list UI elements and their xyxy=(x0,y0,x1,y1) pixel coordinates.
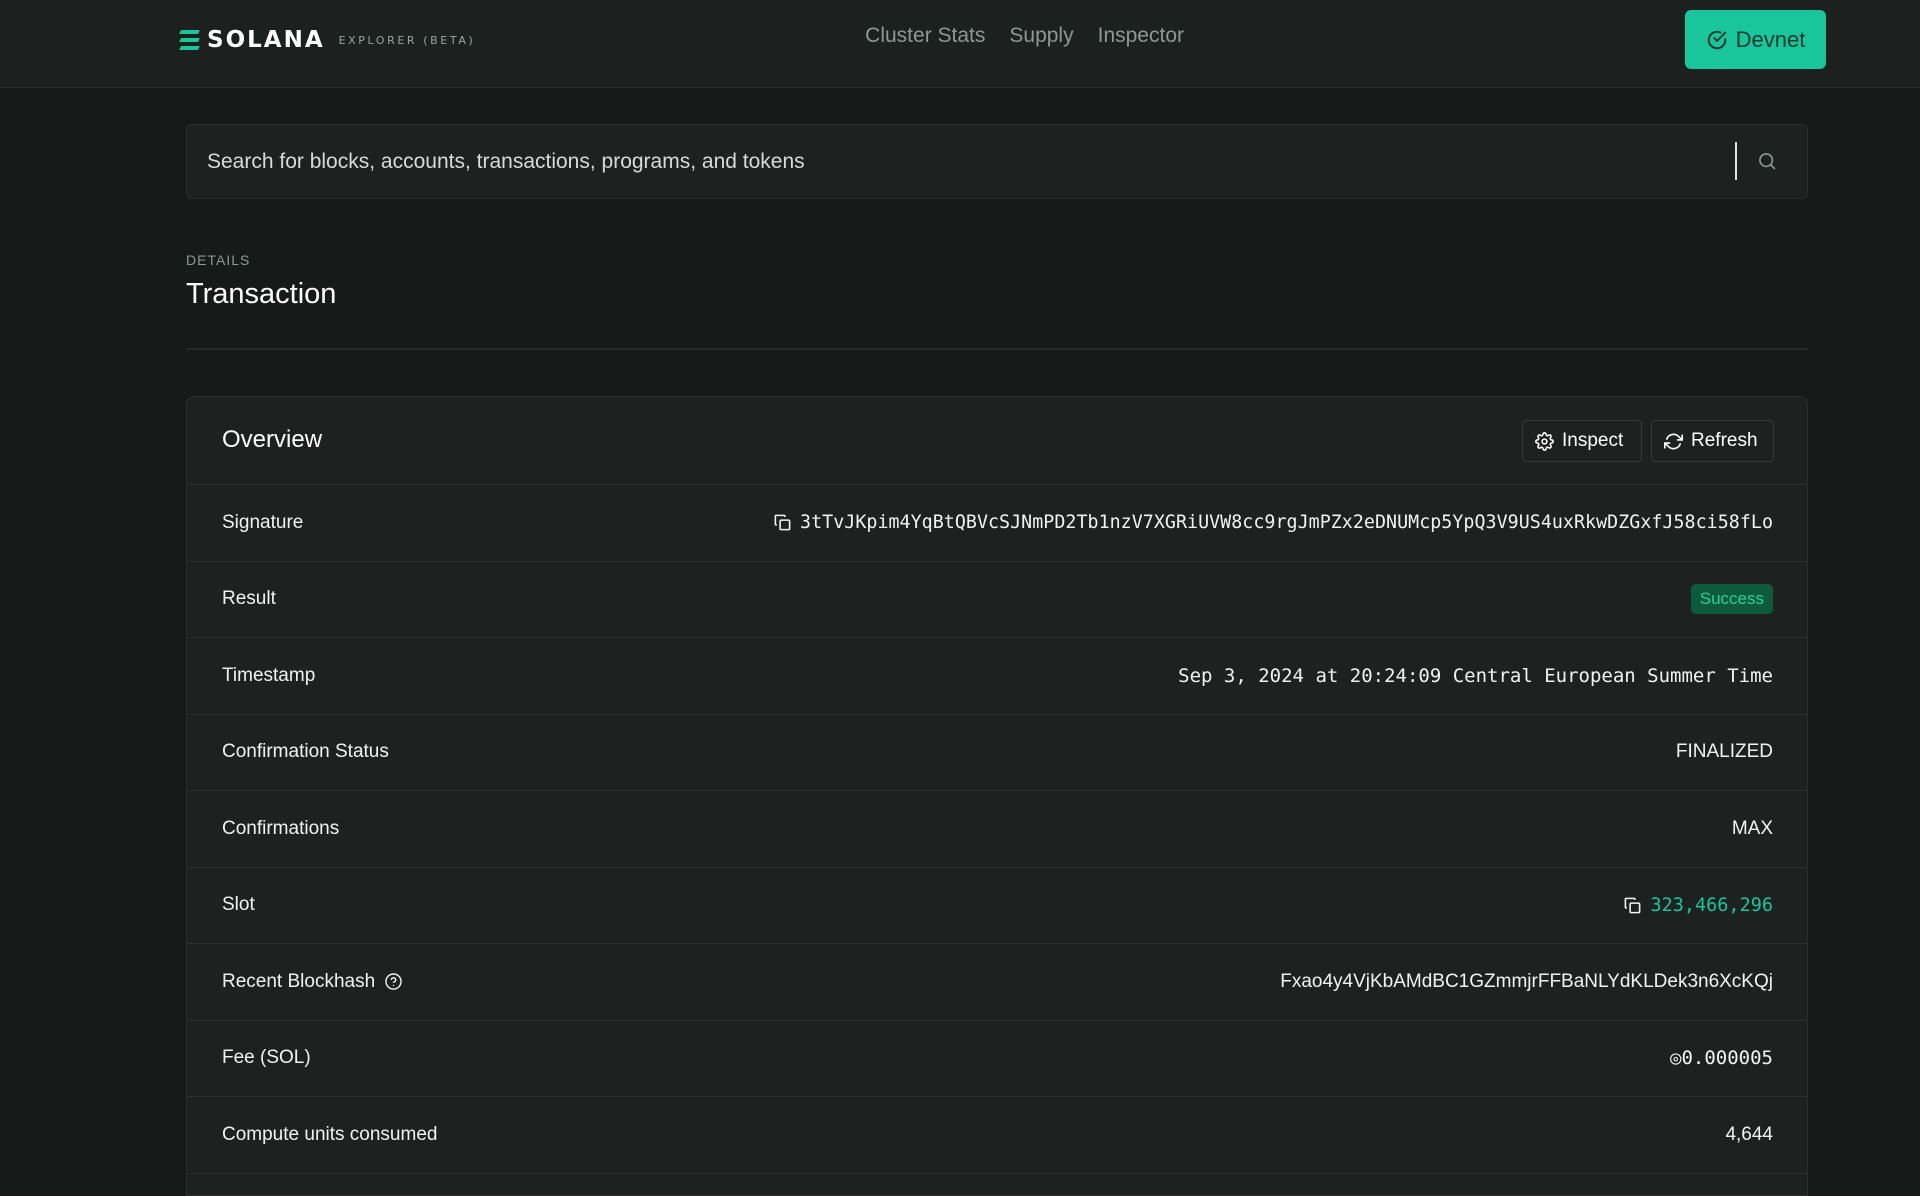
row-recent-blockhash: Recent Blockhash Fxao4y4VjKbAMdBC1GZmmjr… xyxy=(187,944,1807,1021)
overview-card: Overview Inspect Refresh Signature 3tTvJ… xyxy=(186,396,1808,1196)
refresh-icon xyxy=(1664,432,1683,451)
row-result: Result Success xyxy=(187,562,1807,638)
fee-value: ◎0.000005 xyxy=(1670,1047,1773,1070)
refresh-button[interactable]: Refresh xyxy=(1651,420,1774,462)
gear-icon xyxy=(1535,431,1554,451)
page-title: Transaction xyxy=(186,278,337,310)
search-icon[interactable] xyxy=(1757,151,1777,176)
inspect-label: Inspect xyxy=(1562,430,1624,451)
copy-icon[interactable] xyxy=(773,513,792,532)
row-signature: Signature 3tTvJKpim4YqBtQBVcSJNmPD2Tb1nz… xyxy=(187,485,1807,562)
slot-value-container: 323,466,296 xyxy=(1623,895,1773,916)
compute-units-value: 4,644 xyxy=(1725,1123,1773,1145)
solana-logo-icon xyxy=(179,30,200,50)
nav-link-inspector[interactable]: Inspector xyxy=(1098,24,1184,48)
cluster-label: Devnet xyxy=(1735,26,1806,52)
overview-title: Overview xyxy=(222,426,323,453)
status-badge: Success xyxy=(1690,584,1773,615)
row-confirmations: Confirmations MAX xyxy=(187,791,1807,868)
confirmation-status-label: Confirmation Status xyxy=(222,741,389,763)
overview-card-header: Overview Inspect Refresh xyxy=(187,397,1807,485)
timestamp-value: Sep 3, 2024 at 20:24:09 Central European… xyxy=(1178,664,1773,687)
brand-subtitle: EXPLORER (BETA) xyxy=(338,33,476,47)
help-circle-icon[interactable] xyxy=(384,972,403,991)
header-divider xyxy=(186,348,1808,350)
signature-label: Signature xyxy=(222,511,304,533)
confirmations-label: Confirmations xyxy=(222,817,340,839)
copy-icon[interactable] xyxy=(1623,896,1642,915)
check-circle-icon xyxy=(1706,29,1728,51)
slot-link[interactable]: 323,466,296 xyxy=(1650,895,1773,916)
solana-logo[interactable]: SOLANA EXPLORER (BETA) xyxy=(179,27,476,53)
slot-label: Slot xyxy=(222,894,255,916)
confirmations-value: MAX xyxy=(1731,817,1773,839)
row-fee: Fee (SOL) ◎0.000005 xyxy=(187,1021,1807,1097)
signature-value: 3tTvJKpim4YqBtQBVcSJNmPD2Tb1nzV7XGRiUVW8… xyxy=(800,512,1773,534)
signature-value-container: 3tTvJKpim4YqBtQBVcSJNmPD2Tb1nzV7XGRiUVW8… xyxy=(773,512,1773,533)
result-value-container: Success xyxy=(1690,584,1773,615)
nav-link-cluster-stats[interactable]: Cluster Stats xyxy=(865,24,985,48)
row-compute-units: Compute units consumed 4,644 xyxy=(187,1097,1807,1174)
recent-blockhash-label-container: Recent Blockhash xyxy=(222,971,403,993)
search-divider xyxy=(1735,142,1737,180)
fee-label: Fee (SOL) xyxy=(222,1047,311,1069)
row-slot: Slot 323,466,296 xyxy=(187,868,1807,944)
confirmation-status-value: FINALIZED xyxy=(1675,741,1773,763)
nav-link-supply[interactable]: Supply xyxy=(1009,24,1073,48)
nav-links: Cluster Stats Supply Inspector xyxy=(841,24,1184,48)
compute-units-label: Compute units consumed xyxy=(222,1123,438,1145)
brand-name: SOLANA xyxy=(207,27,325,53)
recent-blockhash-label: Recent Blockhash xyxy=(222,970,376,992)
timestamp-label: Timestamp xyxy=(222,664,316,686)
cluster-select-button[interactable]: Devnet xyxy=(1685,10,1826,69)
top-navbar: SOLANA EXPLORER (BETA) Cluster Stats Sup… xyxy=(0,0,1920,88)
recent-blockhash-value: Fxao4y4VjKbAMdBC1GZmmjrFFBaNLYdKLDek3n6X… xyxy=(1280,970,1773,992)
search-input[interactable] xyxy=(207,125,1687,198)
result-label: Result xyxy=(222,588,276,610)
inspect-button[interactable]: Inspect xyxy=(1522,420,1642,462)
page-pretitle: DETAILS xyxy=(186,252,251,268)
row-confirmation-status: Confirmation Status FINALIZED xyxy=(187,715,1807,791)
refresh-label: Refresh xyxy=(1691,430,1758,451)
search-bar xyxy=(186,124,1808,199)
row-timestamp: Timestamp Sep 3, 2024 at 20:24:09 Centra… xyxy=(187,638,1807,715)
